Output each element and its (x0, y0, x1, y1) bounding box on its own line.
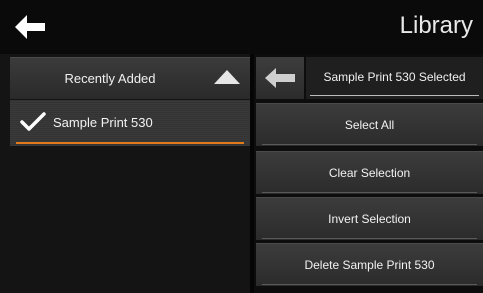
checkmark-icon (20, 112, 46, 131)
selection-status-underline (310, 95, 479, 96)
select-all-label: Select All (344, 118, 395, 132)
list-item-label: Sample Print 530 (53, 115, 153, 130)
selection-actions-pane: Sample Print 530 Selected Select All Cle… (254, 54, 483, 293)
clear-selection-button[interactable]: Clear Selection (256, 151, 483, 194)
delete-label: Delete Sample Print 530 (304, 258, 435, 272)
sort-label: Recently Added (64, 71, 156, 86)
invert-selection-label: Invert Selection (328, 212, 411, 226)
sort-dropdown[interactable]: Recently Added (10, 57, 250, 99)
select-all-button[interactable]: Select All (256, 103, 483, 146)
selection-status-text: Sample Print 530 Selected (323, 70, 466, 84)
button-underline (262, 284, 477, 285)
caret-up-icon (214, 70, 240, 84)
button-underline (262, 144, 477, 145)
list-item[interactable]: Sample Print 530 (10, 100, 250, 146)
arrow-left-icon (265, 68, 295, 88)
clear-selection-label: Clear Selection (328, 166, 411, 180)
button-underline (262, 192, 477, 193)
selection-back-button[interactable] (256, 57, 304, 99)
library-list-pane: Recently Added Sample Print 530 (0, 54, 250, 293)
arrow-left-icon (15, 15, 45, 39)
invert-selection-button[interactable]: Invert Selection (256, 197, 483, 240)
selection-underline (16, 142, 244, 144)
selection-status: Sample Print 530 Selected (306, 57, 483, 99)
delete-button[interactable]: Delete Sample Print 530 (256, 243, 483, 286)
button-underline (262, 238, 477, 239)
back-button[interactable] (0, 0, 60, 54)
page-title: Library (399, 12, 473, 39)
top-bar: Library (0, 0, 483, 55)
